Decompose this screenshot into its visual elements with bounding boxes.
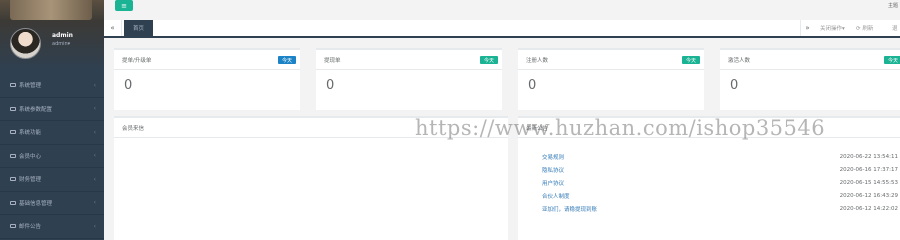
tab-scroll-right-button[interactable]: » <box>800 20 814 36</box>
list-item: 用户协议 2020-06-15 14:55:53 <box>542 176 898 189</box>
chevron-left-icon: ‹ <box>93 222 96 230</box>
chevron-left-icon: ‹ <box>93 105 96 113</box>
topbar: ≡ 主题 <box>104 0 900 18</box>
notice-link[interactable]: 合伙人制度 <box>542 192 570 200</box>
stat-title: 激活人数 <box>728 58 751 64</box>
notice-link[interactable]: 用户协议 <box>542 179 564 187</box>
stat-card-header: 提现单 今天 <box>316 50 502 70</box>
panel-title: 最新公告 <box>518 118 900 138</box>
notice-date: 2020-06-16 17:37:17 <box>839 166 898 173</box>
notice-date: 2020-06-22 13:54:11 <box>839 153 898 160</box>
list-item: 合伙人制度 2020-06-12 16:43:29 <box>542 190 898 203</box>
tab-bar: « 首页 » 关闭操作▾ ⟳ 刷新 退 <box>104 20 900 38</box>
notice-link[interactable]: 交易规则 <box>542 153 564 161</box>
avatar[interactable] <box>10 28 41 59</box>
sidebar-item-mail-notice[interactable]: 邮件公告 ‹ <box>0 215 104 239</box>
stat-value: 0 <box>326 78 335 93</box>
member-messages-panel: 会员来信 <box>114 116 508 240</box>
user-role-dropdown[interactable]: admin▾ <box>52 41 70 47</box>
stat-value: 0 <box>528 78 537 93</box>
chevron-left-icon: ‹ <box>93 81 96 89</box>
today-badge: 今天 <box>883 56 900 64</box>
panel-title: 会员来信 <box>114 118 508 138</box>
list-item: 亚加们，请稳提现到账 2020-06-12 14:22:02 <box>542 203 898 216</box>
stat-card-orders: 提单/升级单 今天 0 <box>114 48 300 110</box>
menu-icon <box>10 106 16 111</box>
sidebar-item-label: 系统管理 <box>19 83 42 90</box>
stat-card-registrations: 注册人数 今天 0 <box>518 48 704 110</box>
theme-link[interactable]: 主题 <box>888 2 898 9</box>
menu-icon <box>10 200 16 205</box>
notice-date: 2020-06-12 14:22:02 <box>839 206 898 213</box>
sidebar-item-basic-info[interactable]: 基础信息管理 ‹ <box>0 192 104 215</box>
sidebar-item-label: 系统参数配置 <box>19 106 53 113</box>
exit-button[interactable]: 退 <box>892 20 898 36</box>
sidebar-item-label: 财务管理 <box>19 177 42 184</box>
refresh-button[interactable]: ⟳ 刷新 <box>856 20 873 36</box>
today-badge: 今天 <box>479 56 498 64</box>
tab-home[interactable]: 首页 <box>124 20 154 36</box>
chevron-left-icon: ‹ <box>93 152 96 160</box>
sidebar-item-label: 会员中心 <box>19 153 42 160</box>
profile-banner-image <box>10 0 92 20</box>
main-content: 提单/升级单 今天 0 提现单 今天 0 注册人数 今天 0 激活人数 今天 0… <box>104 38 900 240</box>
stat-card-header: 激活人数 今天 <box>720 50 900 70</box>
notice-link[interactable]: 隐私协议 <box>542 166 564 174</box>
sidebar-item-finance[interactable]: 财务管理 ‹ <box>0 168 104 192</box>
stat-value: 0 <box>124 78 133 93</box>
stat-card-activations: 激活人数 今天 0 <box>720 48 900 110</box>
notice-date: 2020-06-15 14:55:53 <box>839 179 898 186</box>
profile-panel: admin admin▾ <box>0 0 104 70</box>
sidebar-menu: 系统管理 ‹ 系统参数配置 ‹ 系统功能 ‹ 会员中心 ‹ 财务管理 ‹ 基础信… <box>0 74 104 239</box>
menu-icon <box>10 153 16 158</box>
notice-link[interactable]: 亚加们，请稳提现到账 <box>542 205 597 213</box>
notices-panel: 最新公告 交易规则 2020-06-22 13:54:11 隐私协议 2020-… <box>518 116 900 240</box>
stat-card-header: 提单/升级单 今天 <box>114 50 300 70</box>
list-item: 隐私协议 2020-06-16 17:37:17 <box>542 163 898 176</box>
menu-icon <box>10 177 16 182</box>
stat-title: 提现单 <box>324 58 341 64</box>
menu-toggle-button[interactable]: ≡ <box>115 0 133 11</box>
list-item: 交易规则 2020-06-22 13:54:11 <box>542 150 898 163</box>
today-badge: 今天 <box>681 56 700 64</box>
chevron-left-icon: ‹ <box>93 128 96 136</box>
sidebar-item-label: 基础信息管理 <box>19 200 53 207</box>
sidebar-item-label: 系统功能 <box>19 130 42 137</box>
stat-title: 提单/升级单 <box>122 58 152 64</box>
sidebar-item-system-management[interactable]: 系统管理 ‹ <box>0 74 104 98</box>
tab-scroll-left-button[interactable]: « <box>104 20 122 36</box>
sidebar: admin admin▾ 系统管理 ‹ 系统参数配置 ‹ 系统功能 ‹ 会员中心… <box>0 0 104 240</box>
stat-title: 注册人数 <box>526 58 549 64</box>
menu-icon <box>10 83 16 88</box>
user-name: admin <box>52 32 73 39</box>
sidebar-item-system-functions[interactable]: 系统功能 ‹ <box>0 121 104 145</box>
stat-card-header: 注册人数 今天 <box>518 50 704 70</box>
stat-value: 0 <box>730 78 739 93</box>
sidebar-item-label: 邮件公告 <box>19 224 42 231</box>
chevron-left-icon: ‹ <box>93 175 96 183</box>
notice-date: 2020-06-12 16:43:29 <box>839 193 898 200</box>
notice-list: 交易规则 2020-06-22 13:54:11 隐私协议 2020-06-16… <box>542 150 898 216</box>
sidebar-item-member-center[interactable]: 会员中心 ‹ <box>0 145 104 168</box>
menu-icon <box>10 130 16 135</box>
stat-card-withdrawals: 提现单 今天 0 <box>316 48 502 110</box>
menu-icon <box>10 224 16 229</box>
chevron-left-icon: ‹ <box>93 199 96 207</box>
sidebar-item-system-params[interactable]: 系统参数配置 ‹ <box>0 98 104 121</box>
today-badge: 今天 <box>277 56 296 64</box>
close-operations-dropdown[interactable]: 关闭操作▾ <box>816 20 849 36</box>
